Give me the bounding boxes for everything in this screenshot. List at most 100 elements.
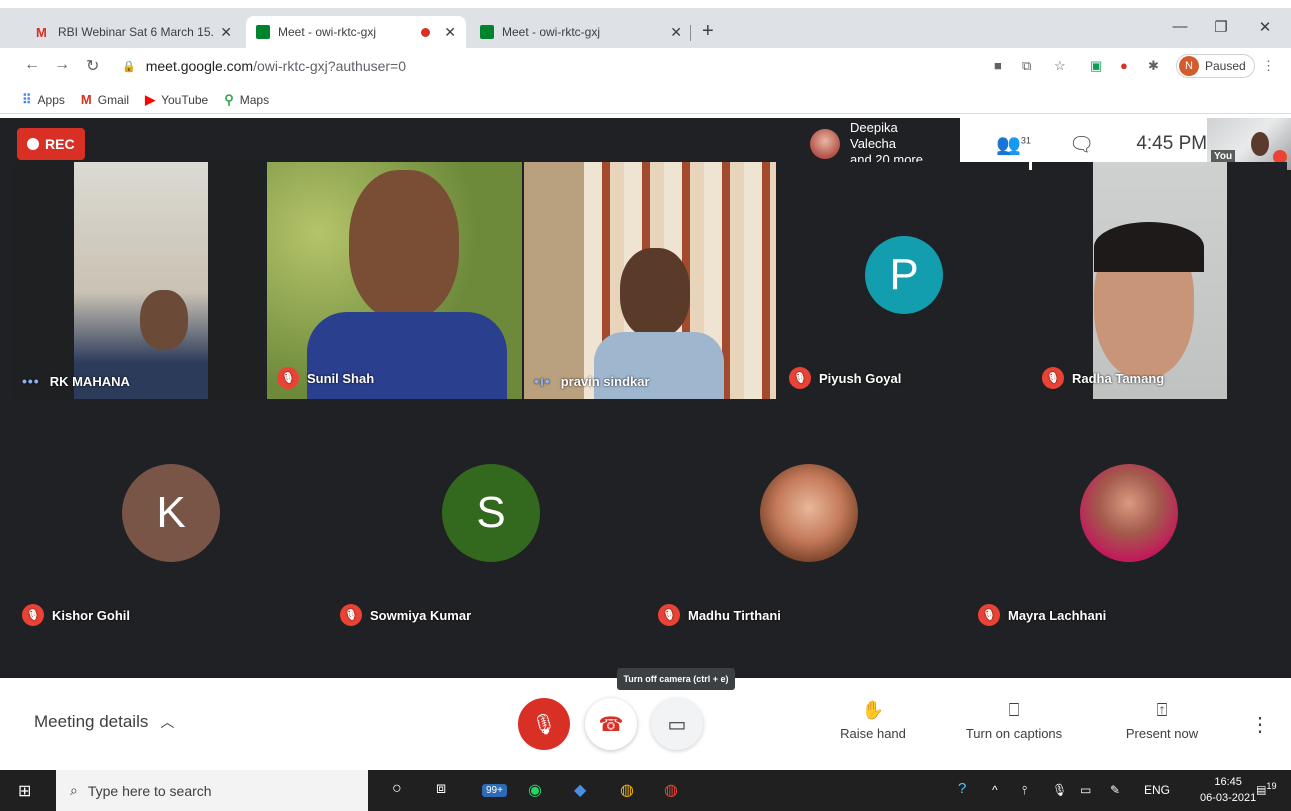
minimize-button[interactable]: — xyxy=(1165,18,1195,35)
avatar xyxy=(810,129,840,159)
participant-name: Kishor Gohil xyxy=(52,607,130,623)
mic-off-icon xyxy=(1042,367,1064,389)
bookmark-maps[interactable]: ⚲ Maps xyxy=(224,92,269,108)
participant-video xyxy=(349,170,459,320)
bookmarks-bar: ⠿ Apps M Gmail ▶ YouTube ⚲ Maps xyxy=(0,86,1291,114)
participant-avatar: K xyxy=(122,464,220,562)
search-placeholder: Type here to search xyxy=(87,782,212,799)
camera-indicator-icon[interactable]: ■ xyxy=(994,58,1002,73)
help-icon[interactable]: ? xyxy=(958,780,966,797)
usb-icon[interactable]: ⫯ xyxy=(1022,783,1027,798)
raise-hand-button[interactable]: ✋ Raise hand xyxy=(838,700,908,741)
participant-tile[interactable]: Radha Tamang xyxy=(1032,162,1287,399)
browser-toolbar: ← → ↻ 🔒 meet.google.com/owi-rktc-gxj?aut… xyxy=(0,48,1291,86)
camera-toggle-button[interactable]: ▭ xyxy=(651,698,703,750)
back-button[interactable]: ← xyxy=(24,56,40,74)
task-view-icon[interactable]: ⧈ xyxy=(436,780,446,798)
chrome-profile-icon[interactable]: ◍ xyxy=(664,780,678,800)
files-icon[interactable]: ◆ xyxy=(574,780,586,800)
leave-call-button[interactable]: ☎ xyxy=(585,698,637,750)
browser-menu-icon[interactable]: ⋮ xyxy=(1262,58,1275,74)
participant-tile[interactable]: Mayra Lachhani xyxy=(968,402,1287,636)
bookmark-star-icon[interactable]: ☆ xyxy=(1054,58,1066,74)
profile-button[interactable]: N Paused xyxy=(1176,54,1255,78)
raise-hand-label: Raise hand xyxy=(840,726,906,741)
forward-button[interactable]: → xyxy=(54,56,70,74)
meeting-clock: 4:45 PM xyxy=(1136,133,1208,154)
battery-icon[interactable]: ▭ xyxy=(1080,783,1091,797)
more-options-icon[interactable]: ⋮ xyxy=(1250,712,1270,737)
translate-icon[interactable]: ⧉ xyxy=(1022,58,1031,74)
address-bar[interactable]: 🔒 meet.google.com/owi-rktc-gxj?authuser=… xyxy=(112,52,972,80)
chrome-icon[interactable]: ◍ xyxy=(620,780,634,800)
input-language[interactable]: ENG xyxy=(1144,783,1170,797)
clock-time: 16:45 xyxy=(1214,776,1242,788)
extension-icon[interactable]: ▣ xyxy=(1090,58,1102,74)
bookmark-apps[interactable]: ⠿ Apps xyxy=(22,92,65,108)
participant-name: pravin sindkar xyxy=(560,373,650,389)
participant-avatar: S xyxy=(442,464,540,562)
mail-badge-icon[interactable]: 99+ xyxy=(482,784,507,797)
participant-tile[interactable]: K Kishor Gohil xyxy=(12,402,327,636)
participant-avatar xyxy=(760,464,858,562)
participant-tile[interactable]: •ı• pravin sindkar xyxy=(524,162,776,399)
mic-toggle-button[interactable]: 🎙 xyxy=(518,698,570,750)
cortana-icon[interactable]: ○ xyxy=(392,780,402,798)
restore-button[interactable]: ❐ xyxy=(1206,18,1236,36)
close-icon[interactable]: ✕ xyxy=(670,24,682,41)
extension-icon[interactable]: ● xyxy=(1120,58,1128,73)
camera-tooltip: Turn off camera (ctrl + e) xyxy=(617,668,735,690)
participants-button[interactable]: 👥31 xyxy=(996,132,1031,157)
participant-tile[interactable]: Madhu Tirthani xyxy=(648,402,966,636)
new-tab-button[interactable]: + xyxy=(702,20,714,43)
whatsapp-icon[interactable]: ◉ xyxy=(528,780,542,800)
avatar-initial: K xyxy=(156,488,186,537)
tab-meet[interactable]: Meet - owi-rktc-gxj ✕ xyxy=(470,16,692,48)
bookmark-gmail[interactable]: M Gmail xyxy=(81,92,129,107)
windows-start-icon[interactable]: ⊞ xyxy=(18,781,31,801)
tab-title: RBI Webinar Sat 6 March 15.30 h xyxy=(58,25,214,39)
meeting-details-button[interactable]: Meeting details ︿ xyxy=(34,712,174,732)
lock-icon: 🔒 xyxy=(122,60,136,73)
captions-label: Turn on captions xyxy=(965,726,1063,741)
bookmark-youtube[interactable]: ▶ YouTube xyxy=(145,92,208,108)
reload-button[interactable]: ↻ xyxy=(86,56,99,76)
participant-tile[interactable]: P Piyush Goyal xyxy=(779,162,1029,399)
close-icon[interactable]: ✕ xyxy=(444,24,456,41)
recording-dot-icon xyxy=(421,27,431,37)
presenter-name: Deepika Valecha xyxy=(850,120,898,151)
tab-title: Meet - owi-rktc-gxj xyxy=(278,25,377,39)
record-dot-icon xyxy=(27,138,39,150)
avatar-initial: P xyxy=(889,250,919,299)
search-icon: ⌕ xyxy=(70,782,78,798)
participant-tile[interactable]: Sunil Shah xyxy=(267,162,522,399)
extensions-puzzle-icon[interactable]: ✱ xyxy=(1148,58,1159,74)
participant-tile[interactable]: S Sowmiya Kumar xyxy=(330,402,645,636)
taskbar-search[interactable]: ⌕ Type here to search xyxy=(56,770,368,811)
present-button[interactable]: ⍐ Present now xyxy=(1120,700,1204,741)
tray-chevron-icon[interactable]: ^ xyxy=(992,783,998,797)
participant-tile[interactable]: ••• RK MAHANA xyxy=(12,162,262,399)
url-path: /owi-rktc-gxj?authuser=0 xyxy=(253,58,407,74)
mic-off-icon xyxy=(789,367,811,389)
self-video xyxy=(1251,132,1269,156)
tab-meet-active[interactable]: Meet - owi-rktc-gxj ✕ xyxy=(246,16,466,48)
windows-taskbar: ⊞ ⌕ Type here to search ○ ⧈ 99+ ◉ ◆ ◍ ◍ … xyxy=(0,770,1291,811)
notification-count: 19 xyxy=(1266,781,1277,791)
chat-button[interactable]: 🗨 xyxy=(1069,132,1094,157)
microphone-icon[interactable]: 🎙 xyxy=(1052,783,1067,797)
close-icon[interactable]: ✕ xyxy=(220,24,232,41)
present-label: Present now xyxy=(1125,726,1199,741)
system-clock[interactable]: 16:45 06-03-2021 xyxy=(1200,774,1256,806)
pen-icon[interactable]: ✎ xyxy=(1110,783,1120,797)
url-host: meet.google.com xyxy=(145,58,254,74)
tab-title: Meet - owi-rktc-gxj xyxy=(502,25,601,39)
apps-grid-icon: ⠿ xyxy=(22,91,32,107)
tab-gmail[interactable]: M RBI Webinar Sat 6 March 15.30 h ✕ xyxy=(26,16,242,48)
chat-icon: 🗨 xyxy=(1068,133,1095,156)
youtube-icon: ▶ xyxy=(145,91,156,107)
notifications-icon[interactable]: ▤19 xyxy=(1256,781,1277,797)
captions-button[interactable]: ⎕ Turn on captions xyxy=(962,700,1066,741)
participant-video xyxy=(620,248,690,338)
close-window-button[interactable]: ✕ xyxy=(1250,18,1280,36)
